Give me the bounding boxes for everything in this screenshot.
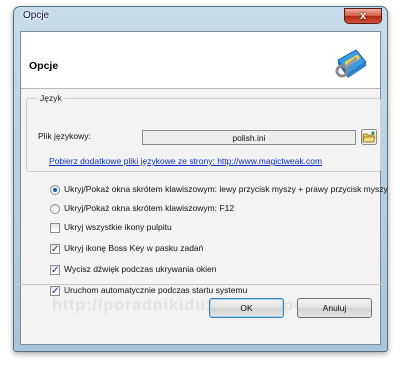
window-title: Opcje	[23, 10, 50, 21]
ok-button[interactable]: OK	[209, 298, 284, 318]
autostart-checkbox[interactable]: ✓	[50, 286, 60, 297]
close-button[interactable]: x	[344, 8, 382, 24]
hide-taskbar-icon-label: Ukryj ikonę Boss Key w pasku zadań	[64, 243, 204, 253]
hide-desktop-icons-label: Ukryj wszystkie ikony pulpitu	[64, 222, 172, 232]
radio-mouse-label: Ukryj/Pokaż okna skrótem klawiszowym: le…	[64, 185, 388, 194]
hide-desktop-icons-checkbox[interactable]	[50, 223, 60, 233]
options-dialog: Opcje x Opcje Język Plik językowy: polis…	[13, 6, 388, 352]
radio-key-button[interactable]	[50, 204, 60, 214]
language-group-label: Język	[37, 93, 65, 103]
hide-taskbar-icon-checkbox[interactable]: ✓	[50, 244, 60, 255]
dialog-header: Opcje	[21, 32, 380, 89]
mute-sound-label: Wycisz dźwięk podczas ukrywania okien	[64, 264, 217, 274]
settings-wrench-icon	[335, 49, 367, 78]
radio-mouse-button[interactable]	[50, 185, 60, 195]
folder-open-icon[interactable]	[361, 129, 377, 145]
header-title: Opcje	[29, 60, 59, 72]
mute-sound-checkbox[interactable]: ✓	[50, 265, 60, 276]
close-icon: x	[359, 10, 367, 22]
language-file-field[interactable]: polish.ini	[142, 130, 356, 145]
language-file-label: Plik językowy:	[38, 131, 91, 141]
title-bar[interactable]: Opcje x	[14, 7, 387, 31]
option-radio-mouse[interactable]: Ukryj/Pokaż okna skrótem klawiszowym: le…	[50, 185, 395, 199]
footer-divider	[14, 284, 387, 285]
download-languages-link[interactable]: Pobierz dodatkowe pliki językowe ze stro…	[49, 156, 322, 166]
autostart-label: Uruchom automatycznie podczas startu sys…	[64, 285, 248, 295]
cancel-button[interactable]: Anuluj	[297, 298, 372, 318]
radio-key-label: Ukryj/Pokaż okna skrótem klawiszowym: F1…	[64, 203, 235, 213]
